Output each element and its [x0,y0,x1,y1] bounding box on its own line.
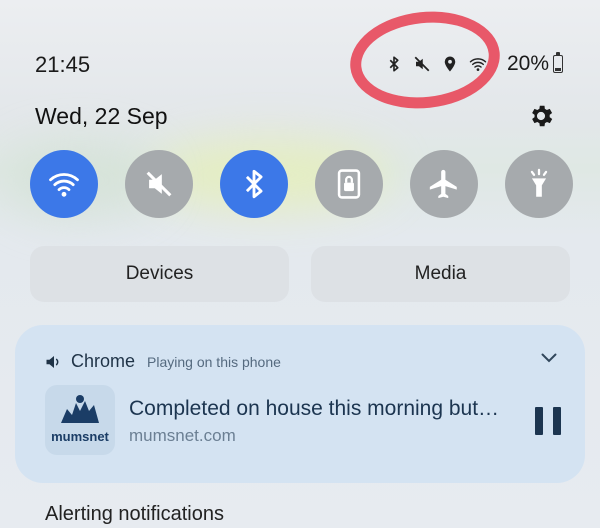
pause-icon[interactable] [535,407,561,435]
mute-icon [146,171,172,197]
thumbnail-label: mumsnet [51,429,109,444]
media-source: mumsnet.com [129,426,236,445]
battery-indicator: 20% [507,52,564,76]
media-thumbnail: mumsnet [45,385,115,455]
alerting-notifications-header: Alerting notifications [45,503,224,525]
media-player-card[interactable]: Chrome Playing on this phone mumsnet Com… [15,325,585,483]
lock-icon [337,169,361,199]
devices-button[interactable]: Devices [30,246,289,302]
flashlight-toggle[interactable] [505,150,573,218]
mumsnet-logo-icon [61,395,99,423]
screen-lock-toggle[interactable] [315,150,383,218]
wifi-toggle[interactable] [30,150,98,218]
airplane-icon [429,169,457,199]
speaker-icon [45,354,63,370]
quick-settings-toggles [30,150,573,218]
media-button[interactable]: Media [311,246,570,302]
airplane-mode-toggle[interactable] [410,150,478,218]
date: Wed, 22 Sep [35,103,168,129]
sound-mute-toggle[interactable] [125,150,193,218]
media-app-name: Chrome [71,351,136,371]
flashlight-icon [530,168,548,197]
chevron-down-icon[interactable] [541,353,557,363]
media-playing-location: Playing on this phone [147,353,281,370]
battery-percent: 20% [507,52,550,75]
bluetooth-icon [245,169,263,199]
status-bar: 21:45 20% [0,0,600,100]
bluetooth-toggle[interactable] [220,150,288,218]
media-title: Completed on house this morning but… [129,397,500,420]
clock: 21:45 [35,52,91,77]
settings-gear-icon[interactable] [527,102,555,130]
battery-icon [553,52,564,73]
media-card-header: Chrome Playing on this phone [45,351,281,372]
wifi-icon [49,173,79,197]
